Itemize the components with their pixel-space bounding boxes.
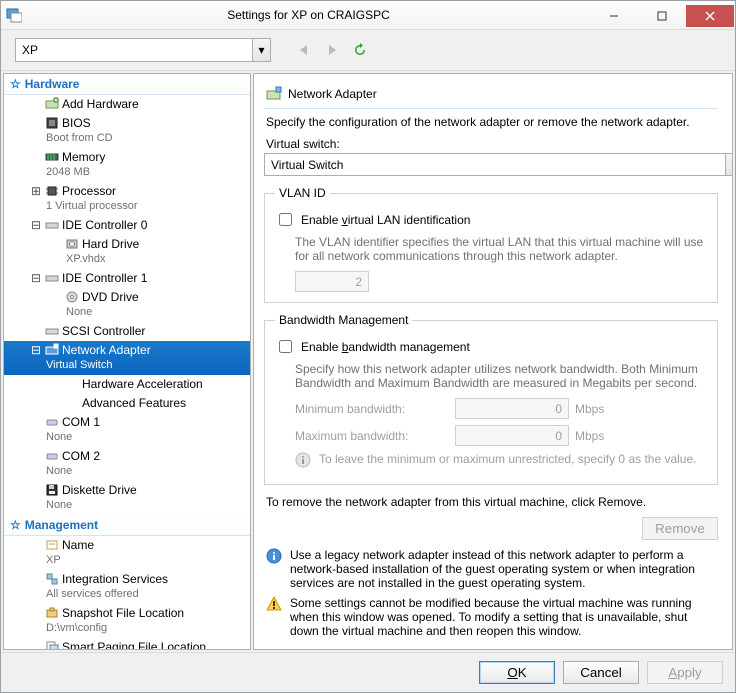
apply-button: Apply [647,661,723,684]
tree-bios[interactable]: BIOS Boot from CD [4,114,250,148]
tree-smart-paging-location[interactable]: Smart Paging File Location D:\vm\config [4,638,250,650]
tree-add-hardware[interactable]: Add Hardware [4,95,250,114]
min-bw-input: 0 [455,398,569,419]
panel-title: Network Adapter [288,87,377,101]
panel-description: Specify the configuration of the network… [266,115,716,129]
nic-icon [44,342,60,358]
vlan-id-input: 2 [295,271,369,292]
tree-hard-drive[interactable]: Hard Drive XP.vhdx [4,235,250,269]
virtual-switch-select[interactable]: Virtual Switch ▾ [264,153,732,176]
settings-window: Settings for XP on CRAIGSPC XP ▾ ☆Hardwa… [0,0,736,693]
min-bw-label: Minimum bandwidth: [295,402,445,416]
bandwidth-group: Bandwidth Management Enable bandwidth ma… [264,313,718,485]
expand-icon[interactable]: ⊞ [30,184,42,199]
toolbar: XP ▾ [1,30,735,71]
add-hardware-icon [44,96,60,112]
close-button[interactable] [686,5,734,27]
bandwidth-help: Specify how this network adapter utilize… [295,362,705,390]
bandwidth-legend: Bandwidth Management [275,313,412,327]
com-port-icon [44,414,60,430]
controller-icon [44,323,60,339]
ok-button[interactable]: OK [479,661,555,684]
cpu-icon [44,183,60,199]
controller-icon [44,217,60,233]
info-icon [266,548,282,564]
name-icon [44,537,60,553]
virtual-switch-label: Virtual switch: [266,137,716,151]
virtual-switch-value: Virtual Switch [271,158,343,172]
warning-icon [266,596,282,612]
max-bw-input: 0 [455,425,569,446]
detail-panel: Network Adapter Specify the configuratio… [253,73,733,650]
cancel-button[interactable]: Cancel [563,661,639,684]
vlan-group: VLAN ID Enable virtual LAN identificatio… [264,186,718,303]
dialog-buttons: OK Cancel Apply [1,652,735,692]
tree-dvd-drive[interactable]: DVD Drive None [4,288,250,322]
section-hardware[interactable]: ☆Hardware [4,74,250,95]
vm-selector-value: XP [22,43,38,57]
chip-icon [44,115,60,131]
legacy-adapter-info: Use a legacy network adapter instead of … [290,548,716,590]
controller-icon [44,270,60,286]
tree-hw-accel[interactable]: Hardware Acceleration [4,375,250,394]
vlan-help: The VLAN identifier specifies the virtua… [295,235,705,263]
collapse-icon[interactable]: ⊟ [30,218,42,233]
tree-ide0[interactable]: ⊟IDE Controller 0 [4,216,250,235]
tree-advanced-features[interactable]: Advanced Features [4,394,250,413]
tree-scsi[interactable]: SCSI Controller [4,322,250,341]
section-management[interactable]: ☆Management [4,515,250,536]
titlebar: Settings for XP on CRAIGSPC [1,1,735,30]
vm-running-warning: Some settings cannot be modified because… [290,596,716,638]
tree-processor[interactable]: ⊞Processor 1 Virtual processor [4,182,250,216]
enable-vlan-checkbox[interactable]: Enable virtual LAN identification [275,210,707,229]
remove-button: Remove [642,517,718,540]
tree-ide1[interactable]: ⊟IDE Controller 1 [4,269,250,288]
collapse-icon[interactable]: ⊟ [30,343,42,358]
max-bw-label: Maximum bandwidth: [295,429,445,443]
tree-integration-services[interactable]: Integration Services All services offere… [4,570,250,604]
hdd-icon [64,236,80,252]
app-icon [1,7,27,23]
info-icon [295,452,311,468]
snapshot-icon [44,605,60,621]
vlan-legend: VLAN ID [275,186,330,200]
integration-icon [44,571,60,587]
enable-bandwidth-checkbox[interactable]: Enable bandwidth management [275,337,707,356]
bw-tip: To leave the minimum or maximum unrestri… [319,452,696,466]
bw-unit: Mbps [575,402,707,416]
tree-snapshot-location[interactable]: Snapshot File Location D:\vm\config [4,604,250,638]
chevron-down-icon: ▾ [725,154,732,175]
window-title: Settings for XP on CRAIGSPC [27,8,590,22]
bw-unit: Mbps [575,429,707,443]
minimize-button[interactable] [590,5,638,27]
tree-network-adapter[interactable]: ⊟Network Adapter Virtual Switch [4,341,250,375]
tree-com1[interactable]: COM 1 None [4,413,250,447]
tree-diskette[interactable]: Diskette Drive None [4,481,250,515]
tree-memory[interactable]: Memory 2048 MB [4,148,250,182]
tree-name[interactable]: Name XP [4,536,250,570]
vm-selector[interactable]: XP ▾ [15,38,271,62]
settings-tree[interactable]: ☆Hardware Add Hardware BIOS Boot from CD… [3,73,251,650]
nav-forward-button[interactable] [321,39,343,61]
chevron-down-icon: ▾ [252,39,270,61]
floppy-icon [44,482,60,498]
refresh-button[interactable] [349,39,371,61]
dvd-icon [64,289,80,305]
nic-icon [266,86,282,102]
remove-text: To remove the network adapter from this … [266,495,716,509]
paging-icon [44,639,60,650]
tree-com2[interactable]: COM 2 None [4,447,250,481]
maximize-button[interactable] [638,5,686,27]
memory-icon [44,149,60,165]
collapse-icon[interactable]: ⊟ [30,271,42,286]
nav-back-button[interactable] [293,39,315,61]
com-port-icon [44,448,60,464]
